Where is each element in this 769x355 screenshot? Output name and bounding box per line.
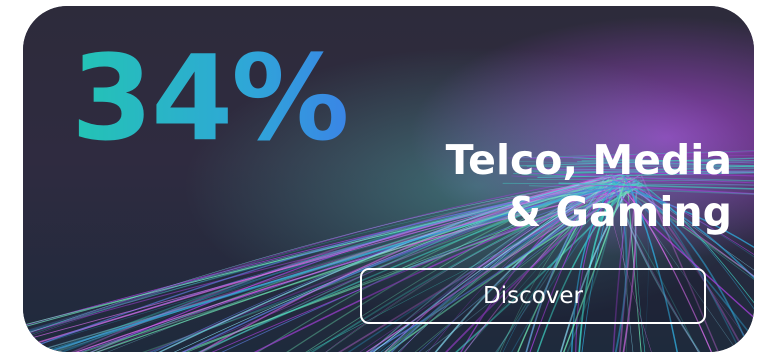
promo-card[interactable]: 34% Telco, Media & Gaming Discover xyxy=(23,6,754,352)
title-line-2: & Gaming xyxy=(505,188,732,236)
discover-button[interactable]: Discover xyxy=(360,268,706,324)
industry-title: Telco, Media & Gaming xyxy=(372,134,732,238)
percentage-stat: 34% xyxy=(71,29,349,167)
title-line-1: Telco, Media xyxy=(445,136,732,184)
